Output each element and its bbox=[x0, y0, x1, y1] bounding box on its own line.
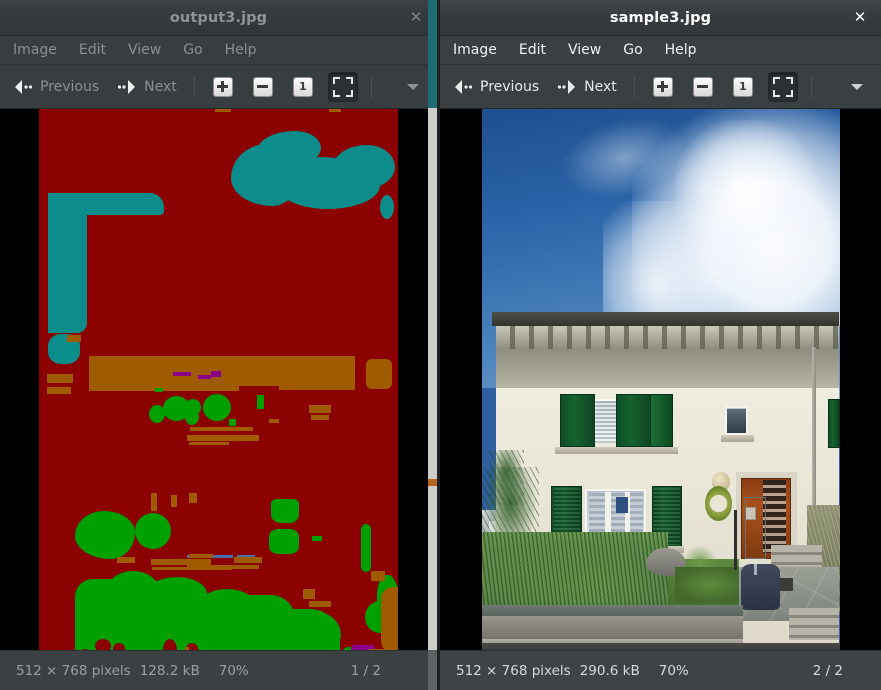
post bbox=[733, 510, 738, 570]
left-tree-top bbox=[488, 450, 525, 505]
garbage-bag bbox=[741, 564, 781, 611]
next-label: Next bbox=[584, 78, 617, 95]
side-steps bbox=[789, 607, 840, 641]
next-button[interactable]: Next bbox=[108, 71, 186, 103]
upper-window-sill bbox=[554, 447, 679, 454]
window-decoration bbox=[615, 496, 628, 513]
door-wreath bbox=[705, 485, 733, 521]
menu-help[interactable]: Help bbox=[214, 38, 268, 62]
menu-view[interactable]: View bbox=[557, 38, 612, 62]
chevron-down-icon[interactable] bbox=[407, 83, 419, 90]
next-label: Next bbox=[144, 78, 177, 95]
image-viewer-window-sample3: sample3.jpg ✕ Image Edit View Go Help Pr… bbox=[440, 0, 881, 690]
desktop: output3.jpg ✕ Image Edit View Go Help Pr… bbox=[0, 0, 881, 690]
window-title: sample3.jpg bbox=[609, 9, 712, 26]
previous-button[interactable]: Previous bbox=[4, 71, 108, 103]
toolbar-separator-2 bbox=[810, 75, 812, 98]
one-to-one-icon: 1 bbox=[292, 76, 313, 97]
previous-label: Previous bbox=[40, 78, 100, 95]
bag-tie bbox=[753, 564, 758, 576]
toolbar: Previous Next 1 bbox=[440, 65, 881, 109]
zoom-in-button[interactable] bbox=[208, 72, 238, 102]
downpipe bbox=[811, 347, 817, 521]
zoom-in-icon bbox=[652, 76, 673, 97]
image-viewport[interactable] bbox=[440, 109, 881, 650]
upper-shutter-left bbox=[559, 394, 596, 448]
segmentation-image bbox=[39, 109, 398, 650]
roof-edge bbox=[492, 312, 840, 327]
upper-shutter-right bbox=[650, 394, 674, 448]
menubar: Image Edit View Go Help bbox=[0, 36, 437, 65]
menubar: Image Edit View Go Help bbox=[440, 36, 881, 65]
statusbar: 512 × 768 pixels 290.6 kB 70% 2 / 2 bbox=[440, 650, 881, 690]
toolbar-separator bbox=[633, 75, 635, 98]
arrow-right-icon bbox=[558, 79, 576, 94]
next-button[interactable]: Next bbox=[548, 71, 626, 103]
ground-cover bbox=[674, 566, 747, 603]
eaves-rafters bbox=[495, 326, 840, 350]
image-filesize: 128.2 kB bbox=[139, 662, 200, 679]
menu-go[interactable]: Go bbox=[172, 38, 213, 62]
upper-shutter-mid bbox=[615, 394, 652, 448]
zoom-out-button[interactable] bbox=[688, 72, 718, 102]
best-fit-icon bbox=[772, 76, 793, 97]
one-to-one-icon: 1 bbox=[732, 76, 753, 97]
image-viewer-window-output3: output3.jpg ✕ Image Edit View Go Help Pr… bbox=[0, 0, 437, 690]
menu-image[interactable]: Image bbox=[442, 38, 508, 62]
zoom-in-button[interactable] bbox=[648, 72, 678, 102]
window-title: output3.jpg bbox=[169, 9, 268, 26]
menu-view[interactable]: View bbox=[117, 38, 172, 62]
zoom-out-icon bbox=[692, 76, 713, 97]
image-dimensions: 512 × 768 pixels bbox=[456, 662, 571, 679]
image-dimensions: 512 × 768 pixels bbox=[16, 662, 131, 679]
normal-size-button[interactable]: 1 bbox=[288, 72, 318, 102]
image-filesize: 290.6 kB bbox=[579, 662, 640, 679]
menu-edit[interactable]: Edit bbox=[508, 38, 557, 62]
menu-help[interactable]: Help bbox=[654, 38, 708, 62]
image-position: 1 / 2 bbox=[350, 662, 381, 679]
road bbox=[481, 643, 840, 650]
titlebar[interactable]: output3.jpg ✕ bbox=[0, 0, 437, 36]
best-fit-button[interactable] bbox=[327, 71, 358, 102]
zoom-level: 70% bbox=[218, 662, 249, 679]
menu-image[interactable]: Image bbox=[2, 38, 68, 62]
arrow-left-icon bbox=[15, 79, 33, 94]
zoom-out-button[interactable] bbox=[248, 72, 278, 102]
small-window-sill bbox=[721, 435, 754, 442]
menu-edit[interactable]: Edit bbox=[68, 38, 117, 62]
previous-button[interactable]: Previous bbox=[444, 71, 548, 103]
previous-label: Previous bbox=[480, 78, 540, 95]
close-icon[interactable]: ✕ bbox=[849, 7, 871, 29]
normal-size-button[interactable]: 1 bbox=[728, 72, 758, 102]
edge-shutter bbox=[828, 398, 840, 448]
titlebar[interactable]: sample3.jpg ✕ bbox=[440, 0, 881, 36]
chevron-down-icon[interactable] bbox=[851, 83, 863, 90]
photo-canvas bbox=[481, 109, 840, 650]
best-fit-icon bbox=[332, 76, 353, 97]
utility-box bbox=[744, 496, 767, 559]
arrow-right-icon bbox=[118, 79, 136, 94]
photo-image bbox=[481, 109, 840, 650]
small-window-reflection bbox=[727, 408, 746, 433]
statusbar: 512 × 768 pixels 128.2 kB 70% 1 / 2 bbox=[0, 650, 437, 690]
zoom-level: 70% bbox=[658, 662, 689, 679]
toolbar-separator-2 bbox=[370, 75, 372, 98]
close-icon[interactable]: ✕ bbox=[405, 7, 427, 29]
arrow-left-icon bbox=[455, 79, 473, 94]
segmentation-canvas bbox=[39, 109, 398, 650]
image-position: 2 / 2 bbox=[812, 662, 843, 679]
upper-facade-shadow bbox=[495, 349, 840, 390]
zoom-out-icon bbox=[252, 76, 273, 97]
zoom-in-icon bbox=[212, 76, 233, 97]
menu-go[interactable]: Go bbox=[612, 38, 653, 62]
best-fit-button[interactable] bbox=[767, 71, 798, 102]
toolbar: Previous Next 1 bbox=[0, 65, 437, 109]
cloud-medium bbox=[674, 119, 819, 261]
toolbar-separator bbox=[193, 75, 195, 98]
image-viewport[interactable] bbox=[0, 109, 437, 650]
